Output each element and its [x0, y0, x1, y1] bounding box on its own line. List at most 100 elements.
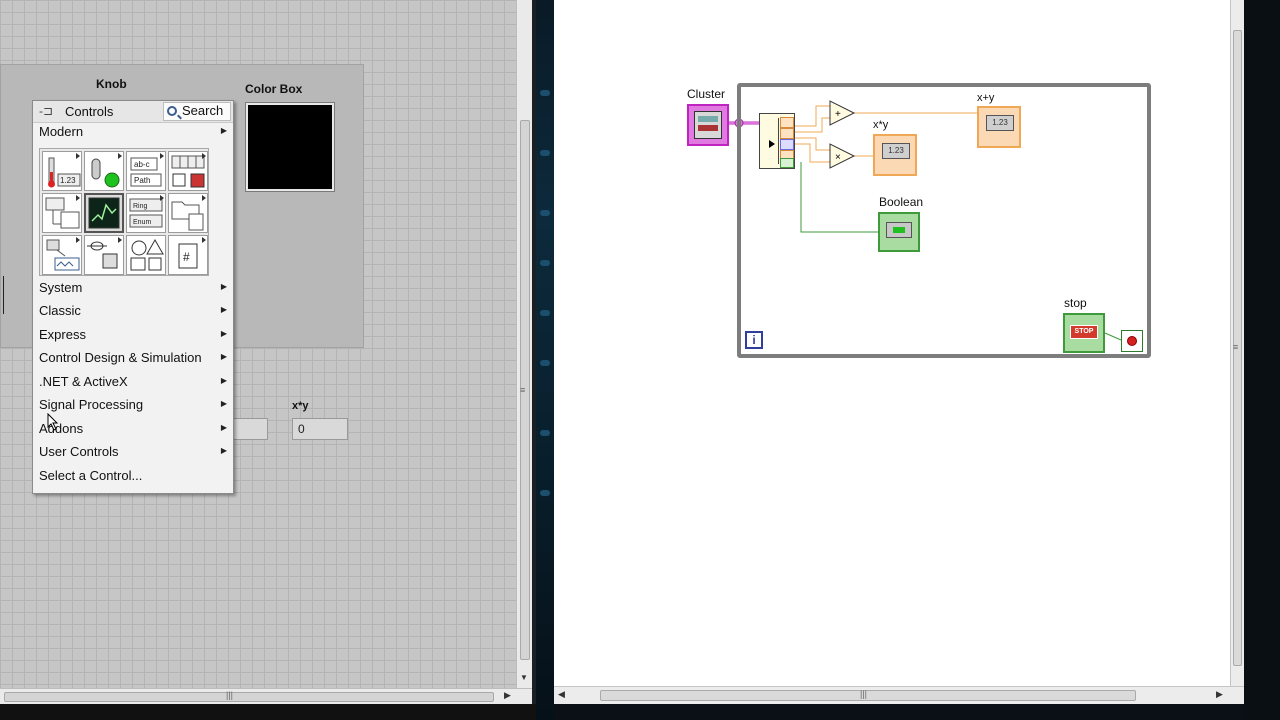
- submenu-arrow-icon: [76, 153, 80, 159]
- scroll-left-icon[interactable]: ◀: [558, 689, 565, 700]
- submenu-arrow-icon: ▶: [220, 282, 227, 291]
- stop-button-terminal[interactable]: STOP: [1063, 313, 1105, 353]
- select-a-control-item[interactable]: Select a Control...: [39, 468, 229, 488]
- io-palette-icon[interactable]: [42, 235, 82, 275]
- refnum-palette-icon[interactable]: #: [168, 235, 208, 275]
- palette-category-control-design[interactable]: Control Design & Simulation ▶: [39, 350, 229, 370]
- block-diagram-vertical-scrollbar[interactable]: ≡: [1230, 0, 1244, 686]
- scrollbar-thumb[interactable]: [4, 692, 494, 702]
- submenu-arrow-icon: ▶: [220, 376, 227, 385]
- submenu-arrow-icon: ▶: [220, 399, 227, 408]
- arrow-icon: [769, 140, 775, 148]
- submenu-arrow-icon: ▶: [220, 126, 227, 135]
- grip-icon: |||: [860, 689, 868, 699]
- submenu-arrow-icon: [76, 195, 80, 201]
- palette-category-label: User Controls: [39, 444, 119, 459]
- scroll-right-icon[interactable]: ▶: [1216, 689, 1223, 700]
- palette-category-addons[interactable]: Addons ▶: [39, 421, 229, 441]
- block-diagram-horizontal-scrollbar[interactable]: ◀ ||| ▶: [554, 686, 1244, 704]
- palette-category-modern[interactable]: Modern ▶: [39, 124, 229, 144]
- loop-condition-terminal[interactable]: [1121, 330, 1143, 352]
- partial-control-edge: [0, 276, 4, 314]
- submenu-arrow-icon: [202, 195, 206, 201]
- numeric-palette-icon[interactable]: 1.23: [42, 151, 82, 191]
- boolean-indicator-terminal[interactable]: [878, 212, 920, 252]
- graph-palette-icon[interactable]: [84, 193, 124, 233]
- search-label: Search: [182, 103, 224, 118]
- grip-icon: ≡: [520, 385, 526, 395]
- controls-palette[interactable]: -⊐ Controls Search Modern ▶ 1.23 ab-c Pa…: [32, 100, 234, 494]
- submenu-arrow-icon: [202, 237, 206, 243]
- variant-class-palette-icon[interactable]: [84, 235, 124, 275]
- path-glyph-text: Path: [134, 176, 150, 185]
- ring-glyph-text: Ring: [133, 203, 148, 210]
- scroll-right-icon[interactable]: ▶: [504, 690, 511, 701]
- unbundle-by-name-node[interactable]: [759, 113, 795, 169]
- window-gap-background: [536, 0, 554, 720]
- grip-icon: |||: [226, 690, 234, 700]
- x-times-y-indicator-terminal[interactable]: 1.23: [873, 134, 917, 176]
- front-panel-vertical-scrollbar[interactable]: ≡ ▼: [516, 0, 532, 688]
- stop-if-true-icon: [1127, 336, 1137, 346]
- numeric-display: 1.23: [986, 115, 1014, 131]
- iteration-terminal[interactable]: i: [745, 331, 763, 349]
- boolean-palette-icon[interactable]: [84, 151, 124, 191]
- array-matrix-cluster-palette-icon[interactable]: [168, 151, 208, 191]
- palette-category-dotnet-activex[interactable]: .NET & ActiveX ▶: [39, 374, 229, 394]
- string-path-palette-icon[interactable]: ab-c Path: [126, 151, 166, 191]
- palette-category-label: Addons: [39, 421, 84, 436]
- x-plus-y-indicator-terminal[interactable]: 1.23: [977, 106, 1021, 148]
- numeric-display: 1.23: [882, 143, 910, 159]
- led-icon: [893, 227, 905, 233]
- submenu-arrow-icon: ▶: [220, 305, 227, 314]
- submenu-arrow-icon: [118, 237, 122, 243]
- palette-category-system[interactable]: System ▶: [39, 280, 229, 300]
- scrollbar-thumb[interactable]: [600, 690, 1136, 701]
- pin-icon[interactable]: -⊐: [39, 104, 53, 118]
- list-table-tree-palette-icon[interactable]: [42, 193, 82, 233]
- palette-search-button[interactable]: Search: [163, 102, 231, 121]
- color-box-label: Color Box: [245, 82, 303, 96]
- svg-text:#: #: [183, 250, 190, 264]
- search-icon: [167, 106, 177, 116]
- x-plus-y-label: x+y: [977, 92, 995, 104]
- numeric-glyph-text: 1.23: [60, 176, 76, 185]
- palette-title: Controls: [65, 104, 114, 119]
- boolean-terminal-label: Boolean: [879, 195, 924, 209]
- ring-enum-palette-icon[interactable]: Ring Enum: [126, 193, 166, 233]
- cluster-terminal[interactable]: [687, 104, 729, 146]
- submenu-arrow-icon: [202, 153, 206, 159]
- xy-product-indicator[interactable]: 0: [292, 418, 348, 440]
- string-glyph-text: ab-c: [134, 160, 150, 169]
- decorations-glyph: [130, 238, 164, 271]
- graph-glyph: [88, 197, 120, 229]
- submenu-arrow-icon: ▶: [220, 423, 227, 432]
- palette-category-classic[interactable]: Classic ▶: [39, 303, 229, 323]
- submenu-arrow-icon: ▶: [220, 352, 227, 361]
- containers-palette-icon[interactable]: [168, 193, 208, 233]
- palette-category-label: Control Design & Simulation: [39, 350, 202, 365]
- submenu-arrow-icon: ▶: [220, 446, 227, 455]
- mouse-cursor-icon: [47, 413, 59, 431]
- scroll-down-icon[interactable]: ▼: [520, 673, 528, 682]
- block-diagram-window: + × i Cluster x*y 1.23 x+y 1.23 Boolean …: [554, 0, 1280, 720]
- front-panel-status-strip: [0, 704, 536, 720]
- palette-category-user-controls[interactable]: User Controls ▶: [39, 444, 229, 464]
- palette-category-label: System: [39, 280, 83, 295]
- submenu-arrow-icon: [76, 237, 80, 243]
- grip-icon: ≡: [1233, 342, 1239, 352]
- xy-product-label: x*y: [292, 400, 309, 412]
- stop-glyph: STOP: [1070, 325, 1098, 339]
- front-panel-horizontal-scrollbar[interactable]: ||| ▶: [0, 688, 532, 704]
- color-box-control[interactable]: [245, 102, 335, 192]
- palette-category-express[interactable]: Express ▶: [39, 327, 229, 347]
- palette-category-label: Modern: [39, 124, 84, 139]
- submenu-arrow-icon: ▶: [220, 329, 227, 338]
- front-panel-window: Knob Color Box x*y 0 ≡ ▼ ||| ▶ -⊐ Contro…: [0, 0, 536, 720]
- decorations-palette-icon[interactable]: [126, 235, 166, 275]
- x-times-y-label: x*y: [873, 119, 889, 131]
- knob-label: Knob: [96, 77, 127, 91]
- block-diagram-canvas[interactable]: + × i Cluster x*y 1.23 x+y 1.23 Boolean …: [554, 0, 1230, 686]
- palette-category-label: .NET & ActiveX: [39, 374, 128, 389]
- palette-category-signal-processing[interactable]: Signal Processing ▶: [39, 397, 229, 417]
